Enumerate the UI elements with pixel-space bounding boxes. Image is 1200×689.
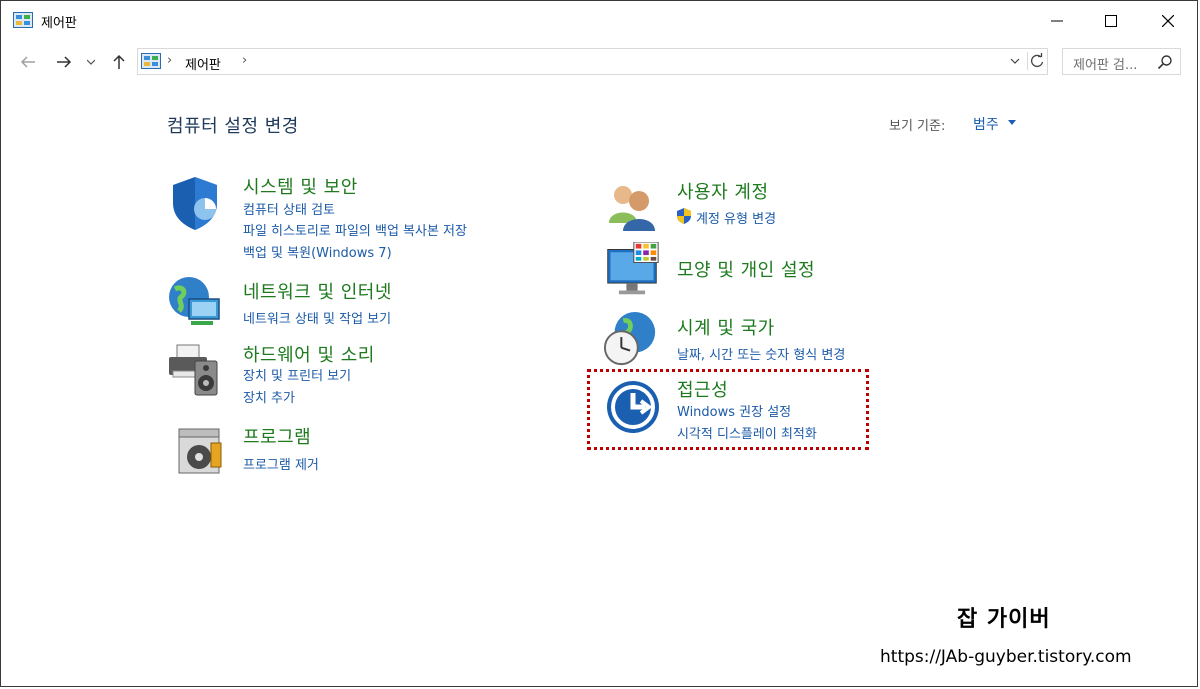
category-title-appearance-personalization[interactable]: 모양 및 개인 설정 [677,256,815,282]
address-bar[interactable]: › 제어판 › [137,48,1048,75]
network-globe-icon[interactable] [167,275,223,331]
link-review-computer-status[interactable]: 컴퓨터 상태 검토 [243,199,335,218]
chevron-down-icon [87,59,95,65]
page-heading: 컴퓨터 설정 변경 [167,116,299,137]
link-backup-restore[interactable]: 백업 및 복원(Windows 7) [243,242,392,261]
category-title-network-internet[interactable]: 네트워크 및 인터넷 [243,278,392,304]
category-title-system-security[interactable]: 시스템 및 보안 [243,173,358,199]
highlight-box [587,369,869,450]
chevron-down-icon[interactable] [1008,53,1022,69]
breadcrumb-separator[interactable]: › [242,53,247,68]
uac-shield-icon [677,208,691,224]
link-devices-printers[interactable]: 장치 및 프린터 보기 [243,365,351,384]
link-network-status-tasks[interactable]: 네트워크 상태 및 작업 보기 [243,308,391,327]
forward-button[interactable] [53,51,75,73]
up-button[interactable] [108,51,130,73]
link-change-date-time-format[interactable]: 날짜, 시간 또는 숫자 형식 변경 [677,344,845,363]
category-title-hardware-sound[interactable]: 하드웨어 및 소리 [243,341,375,367]
control-panel-icon [13,12,33,28]
close-button[interactable] [1156,9,1180,33]
monitor-palette-icon[interactable] [604,242,660,298]
close-icon [1162,15,1174,27]
link-file-history-backup[interactable]: 파일 히스토리로 파일의 백업 복사본 저장 [243,220,467,239]
dropdown-arrow-icon[interactable] [1008,120,1016,125]
breadcrumb-separator[interactable]: › [167,53,172,68]
minimize-icon [1051,20,1063,22]
back-button[interactable] [17,51,39,73]
search-box[interactable]: 제어판 검... [1062,48,1181,75]
link-add-device[interactable]: 장치 추가 [243,387,295,406]
watermark-url: https://JAb-guyber.tistory.com [880,647,1132,667]
category-title-programs[interactable]: 프로그램 [243,423,311,449]
search-icon[interactable] [1157,54,1173,70]
title-bar: 제어판 [1,1,1197,41]
users-icon[interactable] [603,179,659,235]
printer-speaker-icon[interactable] [167,341,223,397]
view-by-dropdown[interactable]: 범주 [973,114,999,134]
category-title-clock-region[interactable]: 시계 및 국가 [677,314,775,340]
breadcrumb-control-panel[interactable]: 제어판 [185,54,221,73]
search-placeholder[interactable]: 제어판 검... [1073,54,1137,73]
recent-locations-button[interactable] [84,51,98,73]
back-arrow-icon [20,56,35,68]
category-title-user-accounts[interactable]: 사용자 계정 [677,178,769,204]
forward-arrow-icon [57,56,72,68]
navigation-bar: › 제어판 › 제어판 검... [1,45,1197,79]
maximize-button[interactable] [1099,9,1123,33]
refresh-icon [1031,53,1044,68]
up-arrow-icon [113,54,125,69]
shield-icon[interactable] [167,175,223,231]
window-title: 제어판 [41,16,77,31]
link-change-account-type[interactable]: 계정 유형 변경 [696,208,776,227]
clock-globe-icon[interactable] [603,311,659,367]
minimize-button[interactable] [1045,9,1069,33]
view-by-label: 보기 기준: [889,119,946,134]
link-uninstall-program[interactable]: 프로그램 제거 [243,454,319,473]
refresh-button[interactable] [1027,52,1046,70]
watermark-title: 잡 가이버 [957,607,1051,632]
control-panel-window: 제어판 › 제어판 › 제어판 검... 컴퓨터 설정 변경 보기 기준: 범주… [0,0,1198,687]
maximize-icon [1105,15,1117,27]
control-panel-icon [141,53,161,69]
program-disc-icon[interactable] [173,421,229,477]
